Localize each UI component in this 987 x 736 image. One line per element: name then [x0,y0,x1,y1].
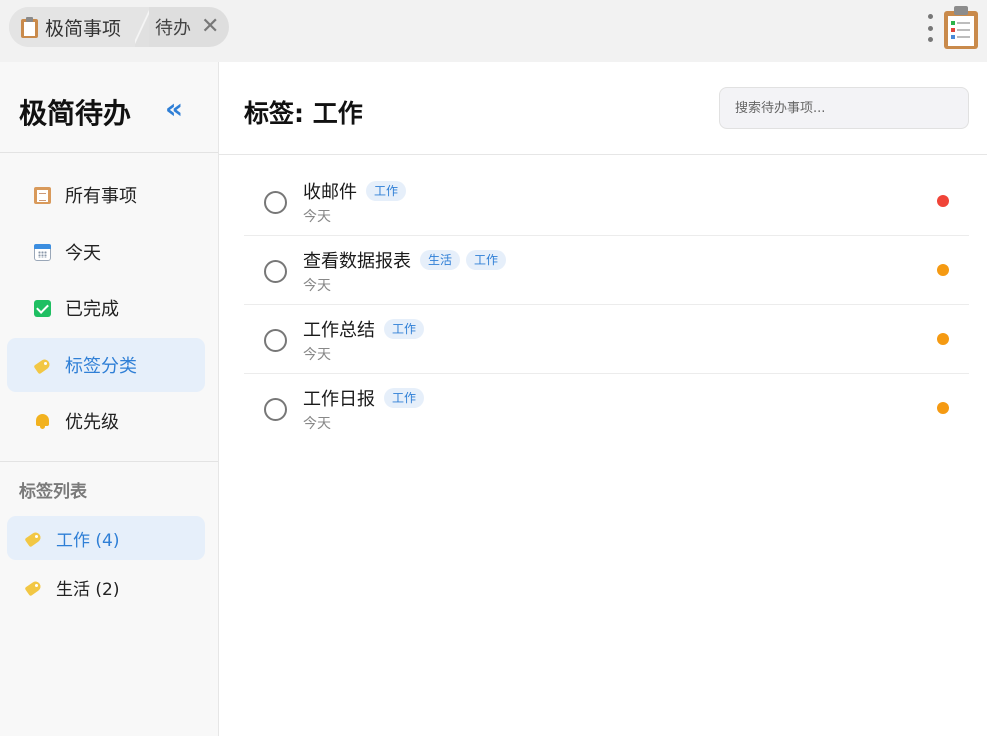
app-tab[interactable]: 极简事项 [9,7,136,47]
task-row[interactable]: 工作日报 工作 今天 [244,374,969,443]
task-date: 今天 [303,347,331,363]
sidebar-item-today[interactable]: 今天 [7,225,205,279]
checkbox-icon [34,299,51,317]
tag-icon [25,579,42,596]
sidebar-item-label: 标签分类 [65,356,137,377]
sidebar-item-completed[interactable]: 已完成 [7,281,205,335]
sidebar-item-label: 今天 [65,243,101,264]
tags-section-title: 标签列表 [19,482,87,502]
task-date: 今天 [303,416,331,432]
priority-dot [937,195,949,207]
task-checkbox[interactable] [264,398,287,421]
sidebar-item-tags[interactable]: 标签分类 [7,338,205,392]
divider [0,152,218,153]
collapse-sidebar-icon[interactable]: « [165,92,183,125]
task-row[interactable]: 查看数据报表 生活 工作 今天 [244,236,969,305]
tag-chip: 工作 [384,388,425,408]
sidebar-item-label: 优先级 [65,412,119,433]
sidebar-item-priority[interactable]: 优先级 [7,394,205,448]
priority-dot [937,333,949,345]
priority-dot [937,402,949,414]
task-checkbox[interactable] [264,329,287,352]
task-date: 今天 [303,278,331,294]
sidebar: 极简待办 « 所有事项 今天 已完成 标签分类 优先级 标签列表 工作 (4) … [0,62,219,736]
tag-icon [34,357,51,374]
task-date: 今天 [303,209,331,225]
page-title: 标签: 工作 [244,99,363,128]
bell-icon [34,413,51,430]
divider [219,154,987,155]
close-icon[interactable]: ✕ [201,16,219,38]
tag-chip: 工作 [466,250,507,270]
priority-dot [937,264,949,276]
sidebar-item-label: 已完成 [65,299,119,320]
breadcrumb: 极简事项 待办 ✕ [9,7,230,47]
task-title: 工作日报 [303,389,375,410]
sidebar-item-label: 所有事项 [65,186,137,207]
tag-item-label: 生活 (2) [56,579,120,600]
main-content: 标签: 工作 收邮件 工作 今天 查看数据报表 生活 工作 今天 工作总结 [219,62,987,736]
breadcrumb-separator [135,7,150,47]
brand-title: 极简待办 [19,97,132,130]
task-row[interactable]: 工作总结 工作 今天 [244,305,969,374]
title-bar: 极简事项 待办 ✕ [0,0,987,62]
divider [0,461,218,462]
task-title: 收邮件 [303,182,357,203]
calendar-icon [34,243,51,261]
more-menu-icon[interactable] [926,14,934,42]
tag-chip: 工作 [366,181,407,201]
task-checkbox[interactable] [264,191,287,214]
clipboard-icon [21,16,38,38]
clipboard-icon [34,186,51,204]
page-tab-label: 待办 [155,18,192,39]
task-title: 查看数据报表 [303,251,411,272]
task-row[interactable]: 收邮件 工作 今天 [244,167,969,236]
tag-chip: 生活 [420,250,461,270]
tag-item-life[interactable]: 生活 (2) [7,565,205,609]
task-checkbox[interactable] [264,260,287,283]
sidebar-item-all[interactable]: 所有事项 [7,168,205,222]
page-tab[interactable]: 待办 ✕ [149,7,229,47]
search-input[interactable] [719,87,969,129]
tag-icon [25,530,42,547]
tag-chip: 工作 [384,319,425,339]
app-tab-label: 极简事项 [45,17,122,40]
tag-item-label: 工作 (4) [56,530,120,551]
task-title: 工作总结 [303,320,375,341]
app-logo-clipboard-icon [944,6,978,49]
tag-item-work[interactable]: 工作 (4) [7,516,205,560]
